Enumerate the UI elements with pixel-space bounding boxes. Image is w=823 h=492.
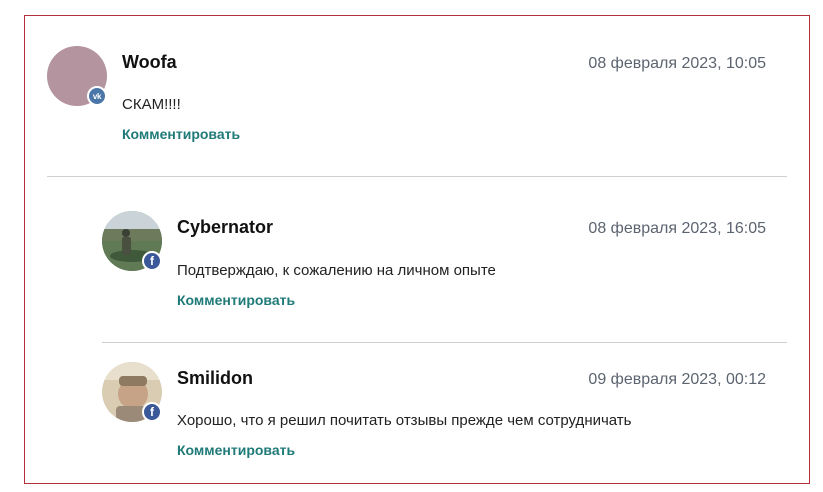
comment-date: 09 февраля 2023, 00:12 bbox=[588, 371, 766, 388]
comment-author: Smilidon bbox=[177, 368, 253, 388]
comment-text: Подтверждаю, к сожалению на личном опыте bbox=[177, 262, 496, 279]
comment-reply-button[interactable]: Комментировать bbox=[177, 292, 295, 308]
comment-reply-button[interactable]: Комментировать bbox=[177, 442, 295, 458]
facebook-icon: f bbox=[142, 251, 162, 271]
divider bbox=[102, 342, 787, 343]
comment-author: Woofa bbox=[122, 52, 177, 72]
facebook-icon: f bbox=[142, 402, 162, 422]
divider bbox=[47, 176, 787, 177]
comment-text: Хорошо, что я решил почитать отзывы преж… bbox=[177, 412, 632, 429]
comment-reply-button[interactable]: Комментировать bbox=[122, 126, 240, 142]
comment-text: СКАМ!!!! bbox=[122, 96, 181, 113]
comment-date: 08 февраля 2023, 16:05 bbox=[588, 220, 766, 237]
vk-icon: vk bbox=[87, 86, 107, 106]
comments-panel: vk Woofa 08 февраля 2023, 10:05 СКАМ!!!!… bbox=[24, 15, 810, 484]
comment-date: 08 февраля 2023, 10:05 bbox=[588, 55, 766, 72]
comment-author: Cybernator bbox=[177, 217, 274, 237]
